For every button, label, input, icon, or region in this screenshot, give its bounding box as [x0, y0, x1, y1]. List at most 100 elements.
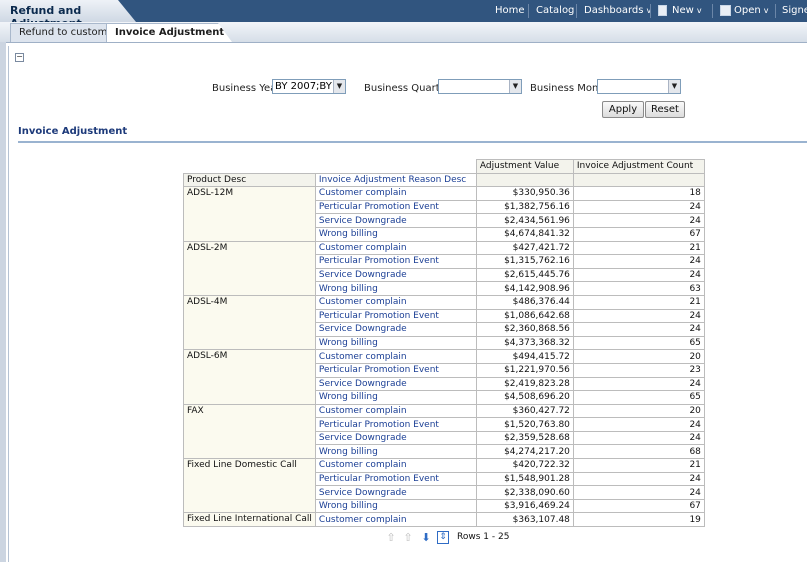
business-quarter-select[interactable]: ▼ [438, 79, 522, 94]
adjustment-value-cell: $2,359,528.68 [475, 430, 574, 446]
adjustment-count-cell: 24 [572, 308, 705, 324]
header-bar: Refund and Adjustment Home Catalog Dashb… [0, 0, 807, 22]
previous-page-icon[interactable]: ⇧ [402, 531, 414, 544]
adjustment-count-cell: 24 [572, 471, 705, 487]
app-title-tab: Refund and Adjustment [0, 0, 136, 22]
dropdown-arrow-icon: ▼ [333, 80, 345, 93]
adjustment-value-cell: $427,421.72 [475, 240, 574, 256]
adjustment-value-cell: $1,548,901.28 [475, 471, 574, 487]
reason-link[interactable]: Wrong billing [314, 281, 477, 296]
nav-signed-in[interactable]: Signed [782, 5, 807, 16]
business-year-select[interactable]: BY 2007;BY 200 ▼ [272, 79, 346, 94]
nav-catalog[interactable]: Catalog [536, 5, 574, 16]
reason-link[interactable]: Wrong billing [314, 498, 477, 514]
reason-link[interactable]: Wrong billing [314, 444, 477, 460]
reason-link[interactable]: Wrong billing [314, 226, 477, 242]
section-divider [18, 141, 807, 143]
rows-indicator: Rows 1 - 25 [457, 532, 510, 542]
reason-link[interactable]: Customer complain [314, 403, 477, 419]
adjustment-value-cell: $1,221,970.56 [475, 362, 574, 378]
reason-link[interactable]: Perticular Promotion Event [314, 417, 477, 432]
first-page-icon[interactable]: ⇧ [385, 531, 397, 544]
table-row: Fixed Line International Call Customer co… [183, 512, 705, 528]
reason-link[interactable]: Service Downgrade [314, 213, 477, 228]
nav-open-label: Open [734, 5, 761, 16]
apply-button[interactable]: Apply [602, 101, 644, 118]
reason-link[interactable]: Customer complain [314, 294, 477, 310]
reason-link[interactable]: Service Downgrade [314, 322, 477, 337]
reason-link[interactable]: Wrong billing [314, 335, 477, 351]
reason-link[interactable]: Service Downgrade [314, 430, 477, 446]
adjustment-value-cell: $1,382,756.16 [475, 199, 574, 215]
adjustment-count-cell: 20 [572, 403, 705, 419]
open-folder-icon [720, 5, 731, 16]
product-cell: Fixed Line International Call [183, 512, 316, 528]
adjustment-count-cell: 68 [572, 444, 705, 460]
adjustment-count-cell: 21 [572, 240, 705, 256]
adjustment-count-cell: 21 [572, 458, 705, 473]
adjustment-value-cell: $2,360,868.56 [475, 322, 574, 337]
adjustment-value-cell: $4,373,368.32 [475, 335, 574, 351]
business-year-label: Business Year [212, 83, 281, 94]
next-page-icon[interactable]: ⬇ [420, 531, 432, 544]
adjustment-value-cell: $360,427.72 [475, 403, 574, 419]
section-title: Invoice Adjustment [18, 126, 128, 137]
reason-link[interactable]: Perticular Promotion Event [314, 471, 477, 487]
adjustment-count-cell: 21 [572, 294, 705, 310]
adjustment-count-cell: 24 [572, 267, 705, 283]
nav-new[interactable]: New v [672, 5, 702, 16]
nav-separator [775, 4, 776, 18]
table-row: ADSL-6M Customer complain $494,415.72 20 [183, 349, 705, 405]
nav-separator [528, 4, 529, 18]
nav-separator [712, 4, 713, 18]
reason-link[interactable]: Customer complain [314, 458, 477, 473]
adjustment-count-cell: 18 [572, 186, 705, 201]
reason-link[interactable]: Service Downgrade [314, 376, 477, 392]
reason-link[interactable]: Customer complain [314, 349, 477, 364]
invoice-adjustment-table: Adjustment Value Invoice Adjustment Count… [183, 159, 705, 528]
adjustment-count-cell: 23 [572, 362, 705, 378]
adjustment-count-cell: 24 [572, 417, 705, 432]
adjustment-value-cell: $1,086,642.68 [475, 308, 574, 324]
adjustment-value-cell: $420,722.32 [475, 458, 574, 473]
table-row: ADSL-2M Customer complain $427,421.72 21 [183, 240, 705, 296]
product-cell: ADSL-2M [183, 240, 316, 296]
nav-separator [576, 4, 577, 18]
adjustment-count-cell: 65 [572, 335, 705, 351]
reason-link[interactable]: Perticular Promotion Event [314, 254, 477, 269]
column-header-adjustment-count: Invoice Adjustment Count [572, 159, 705, 174]
reset-button[interactable]: Reset [645, 101, 685, 118]
business-month-select[interactable]: ▼ [597, 79, 681, 94]
nav-dashboards[interactable]: Dashboards v [584, 5, 651, 16]
chevron-down-icon: v [696, 6, 702, 15]
column-header-product: Product Desc [183, 172, 316, 188]
adjustment-count-cell: 65 [572, 390, 705, 405]
adjustment-value-cell: $3,916,469.24 [475, 498, 574, 514]
column-header-reason[interactable]: Invoice Adjustment Reason Desc [314, 172, 477, 188]
reason-link[interactable]: Service Downgrade [314, 267, 477, 283]
header-spacer [183, 159, 477, 174]
new-document-icon [658, 5, 667, 16]
adjustment-count-cell: 24 [572, 485, 705, 500]
reason-link[interactable]: Service Downgrade [314, 485, 477, 500]
tab-invoice-adjustment[interactable]: Invoice Adjustment [106, 23, 232, 42]
product-cell: ADSL-12M [183, 186, 316, 242]
reason-link[interactable]: Customer complain [314, 512, 477, 528]
reason-link[interactable]: Wrong billing [314, 390, 477, 405]
nav-open[interactable]: Open v [734, 5, 768, 16]
reason-link[interactable]: Customer complain [314, 240, 477, 256]
reason-link[interactable]: Perticular Promotion Event [314, 199, 477, 215]
column-header-adjustment-value: Adjustment Value [475, 159, 574, 174]
adjustment-value-cell: $330,950.36 [475, 186, 574, 201]
reason-link[interactable]: Customer complain [314, 186, 477, 201]
nav-home[interactable]: Home [495, 5, 525, 16]
collapse-section-icon[interactable]: − [15, 53, 24, 62]
table-row: Fixed Line Domestic Call Customer complai… [183, 458, 705, 514]
dropdown-arrow-icon: ▼ [509, 80, 521, 93]
reason-link[interactable]: Perticular Promotion Event [314, 362, 477, 378]
all-rows-icon[interactable]: ⇕ [437, 531, 449, 544]
adjustment-value-cell: $2,434,561.96 [475, 213, 574, 228]
adjustment-value-cell: $1,315,762.16 [475, 254, 574, 269]
table-header-row: Adjustment Value Invoice Adjustment Count [183, 159, 705, 174]
reason-link[interactable]: Perticular Promotion Event [314, 308, 477, 324]
